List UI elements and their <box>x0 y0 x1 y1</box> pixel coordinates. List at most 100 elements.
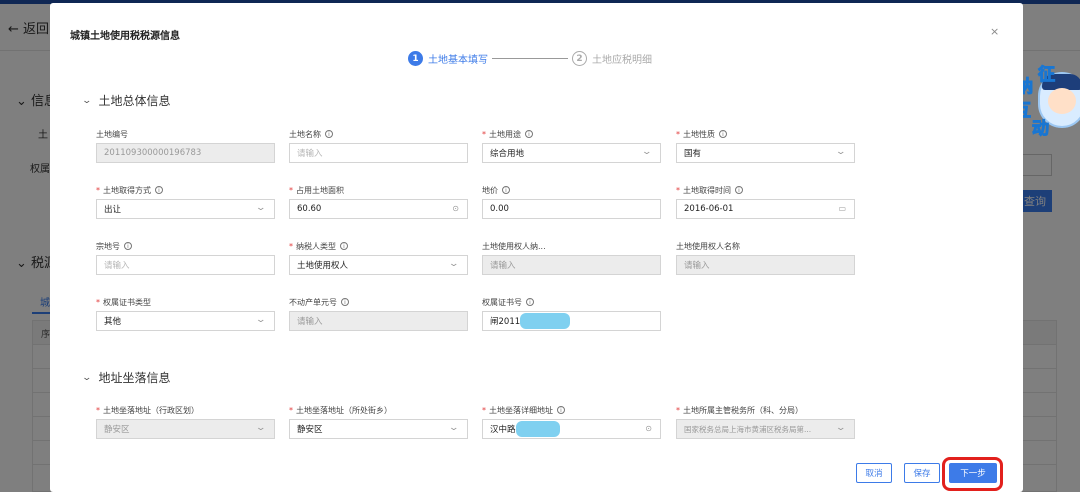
field-area: * 占用土地面积 60.60 ⊙ <box>289 183 468 219</box>
section-address[interactable]: ⌄ 地址坐落信息 <box>81 369 171 386</box>
price-input[interactable]: 0.00 <box>482 199 661 219</box>
next-step-button[interactable]: 下一步 <box>949 463 997 483</box>
user-name-input: 请输入 <box>676 255 855 275</box>
close-icon[interactable]: × <box>990 25 999 38</box>
detail-addr-input[interactable]: 汉中路 ⊙ <box>482 419 661 439</box>
section-address-title: 地址坐落信息 <box>98 371 171 385</box>
cert-no-input[interactable]: 闸2011 <box>482 311 661 331</box>
field-label: 地价 <box>482 185 498 195</box>
info-icon[interactable]: i <box>525 130 533 138</box>
input-value: 60.60 <box>297 204 322 214</box>
calendar-icon[interactable]: ▭ <box>838 204 846 213</box>
field-label: 纳税人类型 <box>296 241 336 251</box>
field-label: 土地坐落地址（所处街乡） <box>296 405 392 415</box>
field-taxpayer-type: * 纳税人类型 i 土地使用权人 ⌄ <box>289 239 468 275</box>
street-select[interactable]: 静安区 ⌄ <box>289 419 468 439</box>
step-2-number: 2 <box>572 51 587 66</box>
step-1-label[interactable]: 土地基本填写 <box>428 51 488 66</box>
select-value: 土地使用权人 <box>297 261 349 271</box>
info-icon[interactable]: i <box>325 130 333 138</box>
section-general-title: 土地总体信息 <box>98 94 171 108</box>
field-label: 土地编号 <box>96 129 128 139</box>
acquire-method-select[interactable]: 出让 ⌄ <box>96 199 275 219</box>
cancel-button[interactable]: 取消 <box>856 463 892 483</box>
chevron-down-icon: ⌄ <box>641 147 653 157</box>
info-icon[interactable]: i <box>124 242 132 250</box>
info-icon[interactable]: i <box>719 130 727 138</box>
chevron-down-icon: ⌄ <box>255 423 267 433</box>
select-value: 其他 <box>104 317 122 327</box>
chevron-down-icon: ⌄ <box>255 203 267 213</box>
field-label: 土地坐落详细地址 <box>489 405 553 415</box>
mascot-char: 动 <box>1032 119 1050 140</box>
select-value: 静安区 <box>104 425 130 435</box>
save-button[interactable]: 保存 <box>904 463 940 483</box>
land-name-input[interactable]: 请输入 <box>289 143 468 163</box>
info-icon[interactable]: i <box>502 186 510 194</box>
field-detail-addr: * 土地坐落详细地址 i 汉中路 ⊙ <box>482 403 661 439</box>
field-price: 地价 i 0.00 <box>482 183 661 219</box>
chevron-down-icon: ⌄ <box>255 315 267 325</box>
field-label: 不动产单元号 <box>289 297 337 307</box>
field-label: 土地坐落地址（行政区划） <box>103 405 199 415</box>
info-icon[interactable]: i <box>557 406 565 414</box>
parcel-no-input[interactable]: 请输入 <box>96 255 275 275</box>
input-value: 汉中路 <box>490 425 516 435</box>
step-indicator: 1 土地基本填写 2 土地应税明细 <box>408 51 652 66</box>
select-value: 综合用地 <box>490 149 525 159</box>
chevron-down-icon: ⌄ <box>81 95 93 106</box>
redaction-blur <box>520 313 571 329</box>
field-user-name: 土地使用权人名称 请输入 <box>676 239 855 275</box>
field-label: 土地使用权人名称 <box>676 241 740 251</box>
land-nature-select[interactable]: 国有 ⌄ <box>676 143 855 163</box>
area-input[interactable]: 60.60 ⊙ <box>289 199 468 219</box>
select-value: 国家税务总局上海市黄浦区税务局第... <box>684 424 812 434</box>
field-label: 占用土地面积 <box>296 185 344 195</box>
field-label: 权属证书号 <box>482 297 522 307</box>
acquire-time-input[interactable]: 2016-06-01 ▭ <box>676 199 855 219</box>
field-land-nature: * 土地性质 i 国有 ⌄ <box>676 127 855 163</box>
chevron-down-icon: ⌄ <box>835 147 847 157</box>
select-value: 静安区 <box>297 425 323 435</box>
field-label: 土地所属主管税务所（科、分局） <box>683 405 803 415</box>
input-value: 闸2011 <box>490 317 521 327</box>
step-2-label[interactable]: 土地应税明细 <box>592 51 652 66</box>
field-label: 宗地号 <box>96 241 120 251</box>
field-acquire-time: * 土地取得时间 i 2016-06-01 ▭ <box>676 183 855 219</box>
info-icon[interactable]: i <box>155 186 163 194</box>
info-icon[interactable]: i <box>526 298 534 306</box>
field-land-use: * 土地用途 i 综合用地 ⌄ <box>482 127 661 163</box>
modal-title: 城镇土地使用税税源信息 <box>70 31 180 42</box>
info-icon[interactable]: i <box>340 242 348 250</box>
info-icon[interactable]: i <box>341 298 349 306</box>
field-label: 土地名称 <box>289 129 321 139</box>
field-land-no: 土地编号 201109300000196783 <box>96 127 275 163</box>
field-district: * 土地坐落地址（行政区划） 静安区 ⌄ <box>96 403 275 439</box>
select-value: 出让 <box>104 205 122 215</box>
section-general[interactable]: ⌄ 土地总体信息 <box>81 92 171 109</box>
field-cert-no: 权属证书号 i 闸2011 <box>482 295 661 331</box>
field-label: 土地取得时间 <box>683 185 731 195</box>
cert-type-select[interactable]: 其他 ⌄ <box>96 311 275 331</box>
input-value: 2016-06-01 <box>684 204 734 214</box>
land-tax-modal: 城镇土地使用税税源信息 × 1 土地基本填写 2 土地应税明细 ⌄ 土地总体信息… <box>50 3 1023 492</box>
field-label: 权属证书类型 <box>103 297 151 307</box>
field-acquire-method: * 土地取得方式 i 出让 ⌄ <box>96 183 275 219</box>
taxpayer-type-select[interactable]: 土地使用权人 ⌄ <box>289 255 468 275</box>
location-icon[interactable]: ⊙ <box>645 424 652 433</box>
field-label: 土地性质 <box>683 129 715 139</box>
tax-office-select: 国家税务总局上海市黄浦区税务局第... ⌄ <box>676 419 855 439</box>
field-user-taxid: 土地使用权人纳... 请输入 <box>482 239 661 275</box>
field-label: 土地取得方式 <box>103 185 151 195</box>
step-connector <box>492 58 568 59</box>
user-taxid-input: 请输入 <box>482 255 661 275</box>
redaction-blur <box>515 421 560 437</box>
field-land-name: 土地名称 i 请输入 <box>289 127 468 163</box>
district-select: 静安区 ⌄ <box>96 419 275 439</box>
field-parcel-no: 宗地号 i 请输入 <box>96 239 275 275</box>
info-icon[interactable]: i <box>735 186 743 194</box>
chevron-down-icon: ⌄ <box>448 259 460 269</box>
field-label: 土地使用权人纳... <box>482 241 546 251</box>
land-use-select[interactable]: 综合用地 ⌄ <box>482 143 661 163</box>
chevron-down-icon: ⌄ <box>448 423 460 433</box>
